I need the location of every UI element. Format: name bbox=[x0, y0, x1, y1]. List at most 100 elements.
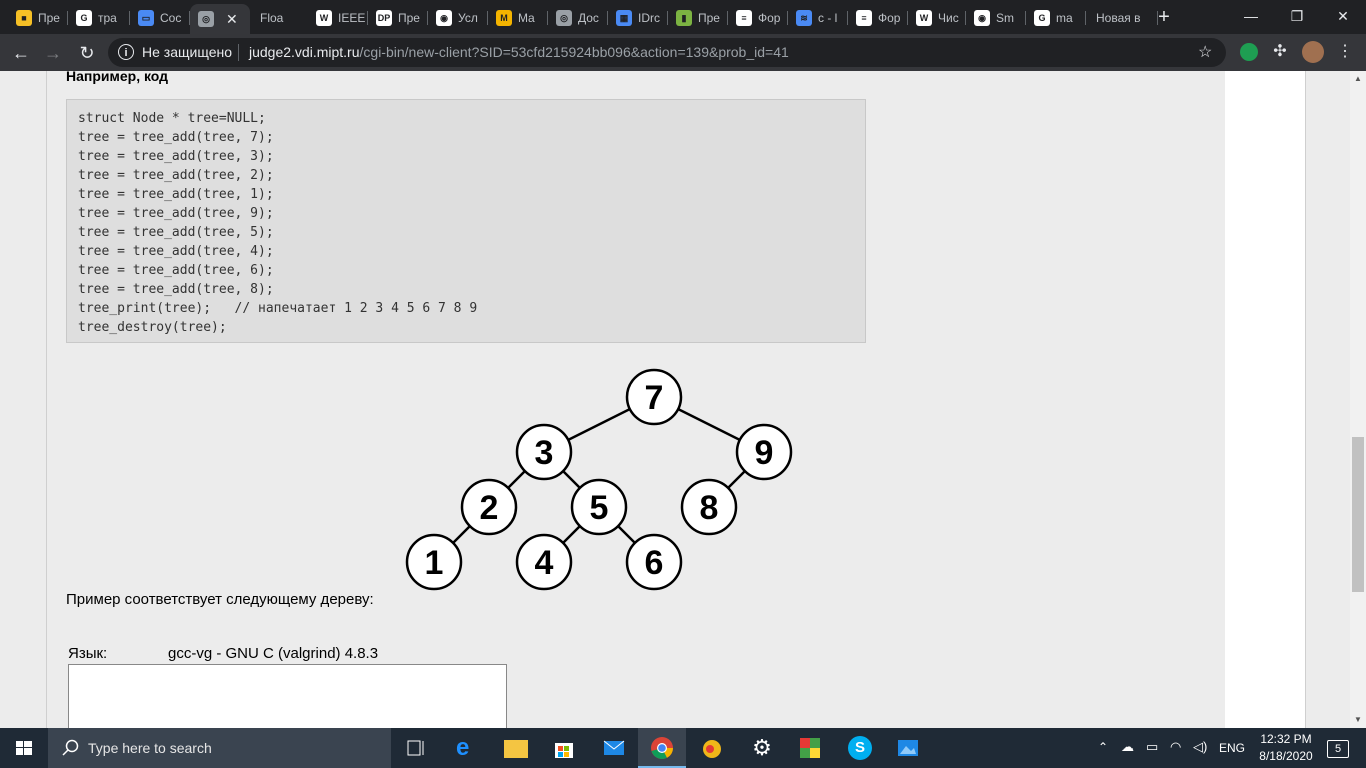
avatar[interactable] bbox=[1302, 41, 1324, 63]
source-textarea[interactable] bbox=[68, 664, 507, 736]
tree-node-label: 3 bbox=[535, 434, 554, 472]
scroll-up-arrow-icon[interactable]: ▲ bbox=[1350, 71, 1366, 87]
browser-tab[interactable]: ▮ Пре bbox=[668, 4, 728, 32]
tree-node: 8 bbox=[680, 478, 738, 536]
app-icon[interactable] bbox=[798, 736, 822, 760]
yandex-music-icon[interactable] bbox=[700, 736, 724, 760]
notifications-icon[interactable]: 5 bbox=[1327, 740, 1349, 758]
tree-node-label: 2 bbox=[480, 489, 499, 527]
edge-icon[interactable]: e bbox=[456, 736, 480, 760]
battery-icon[interactable]: ▭ bbox=[1146, 739, 1158, 768]
tree-node: 5 bbox=[570, 478, 628, 536]
browser-tab[interactable]: ≡ Фор bbox=[728, 4, 788, 32]
tab-label: Фор bbox=[878, 11, 901, 25]
tab-label: Чис bbox=[938, 11, 959, 25]
browser-tab[interactable]: ▦ IDrc bbox=[608, 4, 668, 32]
extension-icon[interactable] bbox=[1240, 43, 1258, 61]
maximize-button[interactable]: ❐ bbox=[1274, 0, 1320, 32]
tab-favicon-icon: ▮ bbox=[676, 10, 692, 26]
back-button[interactable]: ← bbox=[8, 40, 34, 66]
code-line: tree = tree_add(tree, 4); bbox=[78, 244, 274, 259]
new-tab-button[interactable]: + bbox=[1152, 6, 1176, 30]
wifi-icon[interactable]: ◠ bbox=[1170, 739, 1181, 768]
tab-favicon-icon: ■ bbox=[16, 10, 32, 26]
minimize-button[interactable]: — bbox=[1228, 0, 1274, 32]
browser-tab[interactable]: Gma bbox=[1026, 4, 1086, 32]
tab-label: ma bbox=[1056, 11, 1073, 25]
tab-label: Ma bbox=[518, 11, 535, 25]
puzzle-icon[interactable]: ✣ bbox=[1271, 43, 1289, 61]
address-bar[interactable]: i Не защищено judge2.vdi.mipt.ru/cgi-bin… bbox=[108, 38, 1226, 67]
input-language[interactable]: ENG bbox=[1219, 741, 1245, 768]
tree-node-label: 8 bbox=[700, 489, 719, 527]
tree-node-label: 4 bbox=[535, 544, 554, 582]
taskbar-search[interactable]: Type here to search bbox=[48, 728, 391, 768]
tab-favicon-icon: ≡ bbox=[736, 10, 752, 26]
windows-start-icon[interactable] bbox=[0, 728, 48, 768]
tree-caption: Пример соответствует следующему дереву: bbox=[66, 591, 374, 608]
clock-date[interactable]: 8/18/2020 bbox=[1256, 749, 1316, 768]
page-scrollbar[interactable]: ▲ ▼ bbox=[1350, 71, 1366, 728]
browser-toolbar: ← → ↻ i Не защищено judge2.vdi.mipt.ru/c… bbox=[0, 34, 1366, 71]
close-tab-icon[interactable]: ✕ bbox=[226, 11, 238, 28]
tab-label: Усл bbox=[458, 11, 478, 25]
file-explorer-icon[interactable] bbox=[504, 740, 528, 758]
tree-node-label: 7 bbox=[645, 379, 664, 417]
browser-tab[interactable]: W IEEE bbox=[308, 4, 368, 32]
browser-tab[interactable]: Новая в bbox=[1086, 4, 1158, 32]
photos-icon[interactable] bbox=[896, 736, 920, 760]
browser-tab[interactable]: ◉ Усл bbox=[428, 4, 488, 32]
task-view-icon[interactable] bbox=[404, 736, 428, 760]
browser-tab[interactable]: W Чис bbox=[908, 4, 966, 32]
info-icon[interactable]: i bbox=[118, 44, 134, 60]
tree-node-label: 1 bbox=[425, 544, 444, 582]
browser-tab[interactable]: ≡ Фор bbox=[848, 4, 908, 32]
menu-icon[interactable]: ⋮ bbox=[1336, 43, 1354, 61]
close-window-button[interactable]: ✕ bbox=[1320, 0, 1366, 32]
code-text: struct Node * tree=NULL; tree = tree_add(… bbox=[78, 109, 477, 337]
scroll-thumb[interactable] bbox=[1352, 437, 1364, 592]
browser-tab[interactable]: ▭ Сос bbox=[130, 4, 190, 32]
onedrive-cloud-icon[interactable]: ☁ bbox=[1121, 739, 1134, 768]
tab-favicon-icon: G bbox=[76, 10, 92, 26]
security-status[interactable]: Не защищено bbox=[142, 44, 232, 60]
browser-tab[interactable]: ≋ c - l bbox=[788, 4, 848, 32]
tab-favicon-icon: ◎ bbox=[198, 11, 214, 27]
windows-taskbar: Type here to search e ⚙ S ⌃ ☁ ▭ ◠ ◁) ENG… bbox=[0, 728, 1366, 768]
tree-node: 6 bbox=[625, 533, 683, 591]
tab-label: IEEE bbox=[338, 11, 366, 25]
tab-favicon-icon: DP bbox=[376, 10, 392, 26]
tab-favicon-icon: ◎ bbox=[556, 10, 572, 26]
code-line: tree = tree_add(tree, 5); bbox=[78, 225, 274, 240]
volume-icon[interactable]: ◁) bbox=[1193, 739, 1207, 768]
settings-gear-icon[interactable]: ⚙ bbox=[750, 736, 774, 760]
code-line: struct Node * tree=NULL; bbox=[78, 111, 266, 126]
browser-tab[interactable]: DP Пре bbox=[368, 4, 428, 32]
tree-node: 4 bbox=[515, 533, 573, 591]
mail-icon[interactable] bbox=[602, 736, 626, 760]
reload-button[interactable]: ↻ bbox=[74, 40, 100, 66]
scroll-down-arrow-icon[interactable]: ▼ bbox=[1350, 712, 1366, 728]
tab-favicon-icon: ≋ bbox=[796, 10, 812, 26]
language-select[interactable]: gcc-vg - GNU C (valgrind) 4.8.3 bbox=[168, 645, 378, 662]
tree-diagram: 7 3 9 2 5 8 1 4 6 bbox=[405, 368, 793, 591]
browser-tab[interactable]: ◉ Sm bbox=[966, 4, 1026, 32]
code-line: tree = tree_add(tree, 6); bbox=[78, 263, 274, 278]
browser-tab[interactable]: ■ Пре bbox=[8, 4, 68, 32]
code-line: tree = tree_add(tree, 2); bbox=[78, 168, 274, 183]
browser-tab[interactable]: ◎ Дос bbox=[548, 4, 608, 32]
chrome-taskbar-button[interactable] bbox=[638, 728, 686, 768]
skype-icon[interactable]: S bbox=[848, 736, 872, 760]
tab-label: тра bbox=[98, 11, 117, 25]
language-label: Язык: bbox=[68, 645, 108, 662]
browser-tab[interactable]: Gтра bbox=[68, 4, 130, 32]
tray-chevron-icon[interactable]: ⌃ bbox=[1098, 740, 1108, 768]
url-text[interactable]: judge2.vdi.mipt.ru/cgi-bin/new-client?SI… bbox=[249, 44, 789, 60]
store-icon[interactable] bbox=[552, 736, 576, 760]
code-line: tree = tree_add(tree, 1); bbox=[78, 187, 274, 202]
browser-tab[interactable]: M Ma bbox=[488, 4, 548, 32]
tab-label: Пре bbox=[398, 11, 420, 25]
bookmark-star-icon[interactable]: ☆ bbox=[1198, 42, 1212, 62]
forward-button[interactable]: → bbox=[40, 40, 66, 66]
browser-tab[interactable]: ◎ ✕ bbox=[190, 4, 250, 34]
